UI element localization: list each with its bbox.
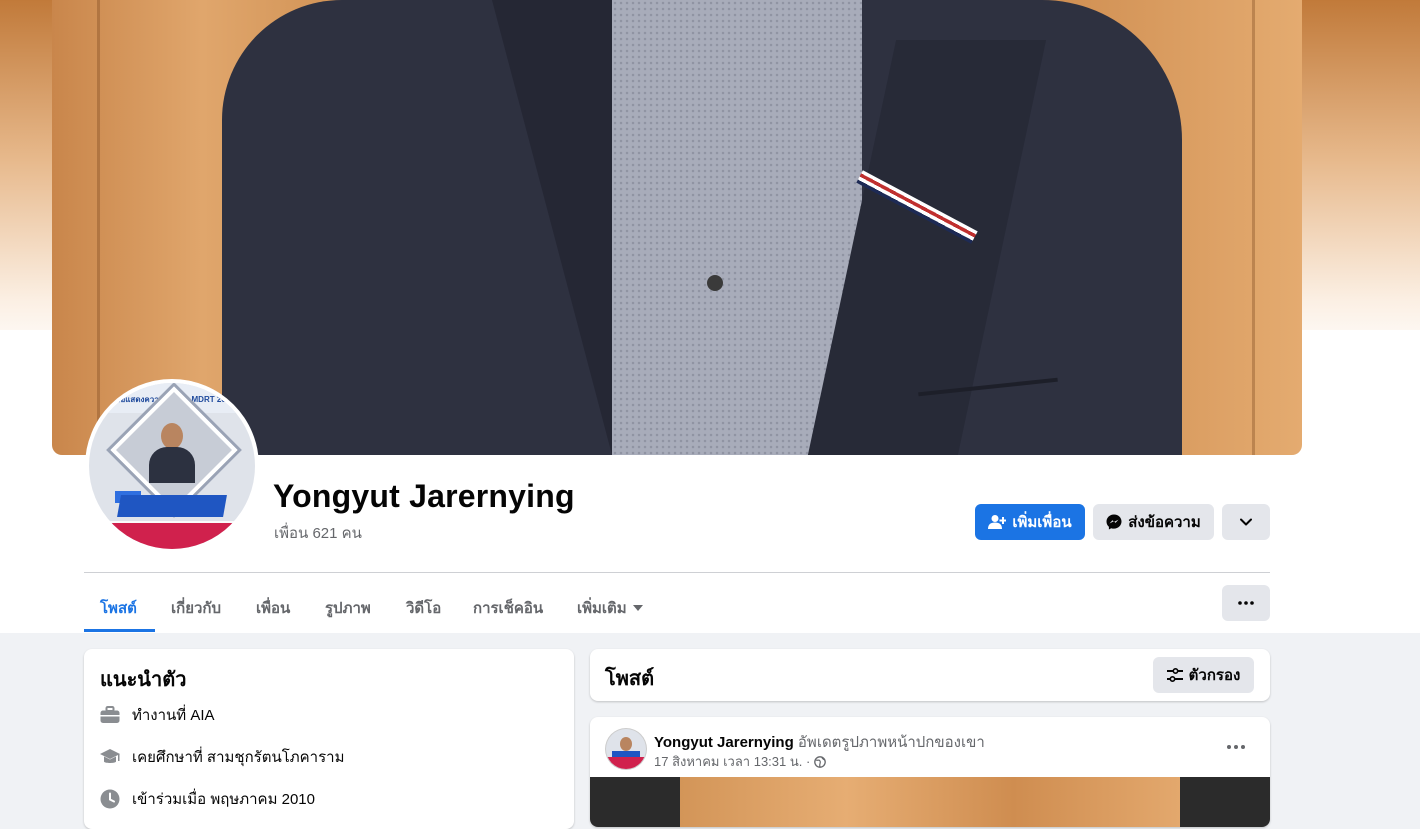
filter-icon <box>1166 668 1183 682</box>
post-author-name[interactable]: Yongyut Jarernying <box>654 734 794 751</box>
tab-more[interactable]: เพิ่มเติม <box>577 584 643 632</box>
tab-more-label: เพิ่มเติม <box>577 600 627 617</box>
graduation-cap-icon <box>100 747 120 767</box>
posts-header-card: โพสต์ ตัวกรอง <box>590 649 1270 701</box>
post-card: Yongyut Jarernying อัพเดตรูปภาพหน้าปกของ… <box>590 717 1270 827</box>
globe-icon <box>814 755 827 768</box>
caret-down-icon <box>632 605 643 611</box>
message-button[interactable]: ส่งข้อความ <box>1093 504 1214 540</box>
profile-name: Yongyut Jarernying <box>273 478 575 514</box>
post-image[interactable] <box>590 777 1270 827</box>
intro-item-work-text: ทำงานที่ AIA <box>132 707 215 724</box>
ellipsis-icon <box>1227 745 1245 749</box>
profile-picture-image: ขอแสดงความยินดีกับ MDRT 20 <box>89 383 255 549</box>
post-author-avatar[interactable] <box>606 729 646 769</box>
intro-item-education-text: เคยศึกษาที่ สามชุกรัตนโภคาราม <box>132 749 345 766</box>
message-label: ส่งข้อความ <box>1128 514 1201 531</box>
tab-videos[interactable]: วิดีโอ <box>406 584 441 632</box>
clock-icon <box>100 789 120 809</box>
intro-item-work: ทำงานที่ AIA <box>100 703 215 727</box>
cover-door-line <box>1252 0 1255 455</box>
tab-photos[interactable]: รูปภาพ <box>325 584 371 632</box>
posts-title: โพสต์ <box>605 668 655 690</box>
add-friend-icon <box>988 515 1007 529</box>
tab-about[interactable]: เกี่ยวกับ <box>171 584 221 632</box>
tab-posts[interactable]: โพสต์ <box>100 584 137 632</box>
briefcase-icon <box>100 705 120 725</box>
messenger-icon <box>1106 514 1122 530</box>
header-divider <box>84 572 1270 573</box>
friends-count[interactable]: เพื่อน 621 คน <box>274 521 362 545</box>
tab-friends[interactable]: เพื่อน <box>256 584 290 632</box>
active-tab-indicator <box>84 629 155 632</box>
post-meta: 17 สิงหาคม เวลา 13:31 น. · <box>654 751 827 772</box>
post-timestamp[interactable]: 17 สิงหาคม เวลา 13:31 น. · <box>654 751 810 772</box>
profile-picture[interactable]: ขอแสดงความยินดีกับ MDRT 20 <box>85 379 259 553</box>
avatar-red-base <box>89 523 255 549</box>
intro-item-joined: เข้าร่วมเมื่อ พฤษภาคม 2010 <box>100 787 315 811</box>
chevron-down-icon <box>1240 518 1252 526</box>
avatar-person <box>149 423 195 483</box>
intro-item-joined-text: เข้าร่วมเมื่อ พฤษภาคม 2010 <box>132 791 315 808</box>
cover-shirt-button <box>707 275 723 291</box>
intro-title: แนะนำตัว <box>100 669 187 691</box>
intro-item-education: เคยศึกษาที่ สามชุกรัตนโภคาราม <box>100 745 344 769</box>
intro-card: แนะนำตัว ทำงานที่ AIA เคยศึกษาที่ สามชุก… <box>84 649 574 829</box>
filter-label: ตัวกรอง <box>1188 667 1241 684</box>
ellipsis-icon <box>1238 601 1254 605</box>
avatar-name-strip <box>117 495 227 517</box>
post-action: อัพเดตรูปภาพหน้าปกของเขา <box>797 734 985 751</box>
add-friend-label: เพิ่มเพื่อน <box>1012 514 1072 531</box>
tab-checkins[interactable]: การเช็คอิน <box>473 584 543 632</box>
filter-button[interactable]: ตัวกรอง <box>1153 657 1254 693</box>
add-friend-button[interactable]: เพิ่มเพื่อน <box>975 504 1085 540</box>
post-options-button[interactable] <box>1220 735 1252 759</box>
tabs-more-options-button[interactable] <box>1222 585 1270 621</box>
profile-options-button[interactable] <box>1222 504 1270 540</box>
cover-lapel-left <box>492 0 612 455</box>
